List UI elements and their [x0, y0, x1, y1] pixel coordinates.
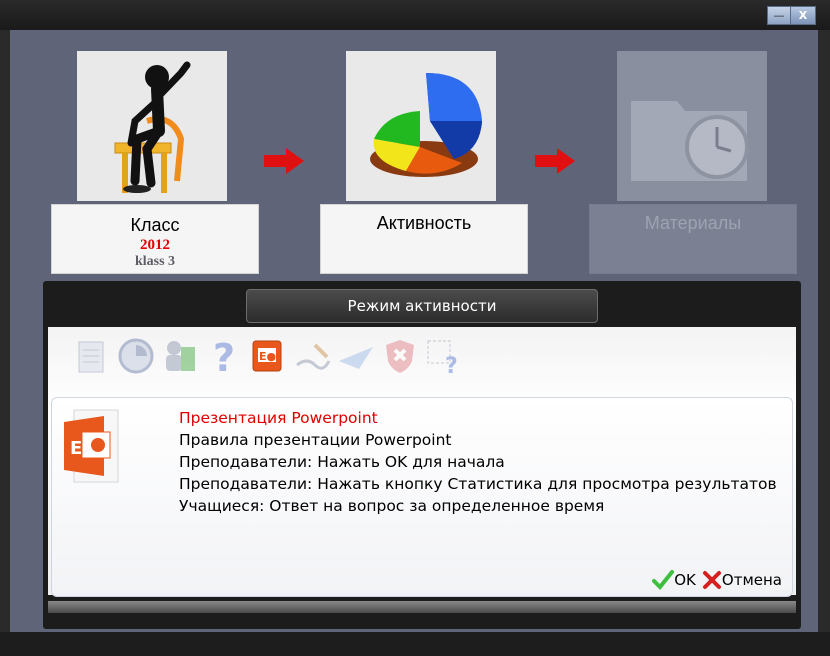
cancel-button[interactable]: Отмена: [702, 570, 782, 590]
paper-plane-icon[interactable]: [336, 336, 376, 376]
svg-text:?: ?: [213, 337, 235, 375]
dialog-bottom-bar: [48, 601, 796, 613]
activity-toolbar: ? E● ?: [72, 333, 468, 379]
step-activity-image[interactable]: [346, 51, 496, 201]
info-line: Преподаватели: Нажать кнопку Статистика …: [179, 475, 777, 493]
folder-clock-icon: [631, 101, 749, 181]
powerpoint-large-icon: E: [64, 409, 119, 483]
svg-text:?: ?: [445, 354, 458, 375]
cancel-label: Отмена: [721, 571, 782, 589]
info-line: Правила презентации Powerpoint: [179, 431, 452, 449]
step-materials-title: Материалы: [644, 213, 742, 233]
activity-title: Презентация Powerpoint: [179, 409, 378, 427]
clock-chart-icon[interactable]: [116, 336, 156, 376]
step-class-subtitle: klass 3: [134, 254, 176, 269]
step-materials-image: [617, 51, 767, 201]
question-icon[interactable]: ?: [204, 336, 244, 376]
activity-info-panel: E Презентация Powerpoint Правила презент…: [51, 397, 793, 597]
info-line: Преподаватели: Нажать OK для начала: [179, 453, 505, 471]
arrow-right-icon: [264, 148, 304, 174]
arrow-right-icon: [535, 148, 575, 174]
info-line: Учащиеся: Ответ на вопрос за определенно…: [179, 497, 605, 515]
status-bar: [0, 632, 830, 656]
shield-error-icon[interactable]: [380, 336, 420, 376]
sitting-figure-icon: [114, 61, 191, 193]
step-class-year: 2012: [140, 237, 170, 253]
step-class-title: Класс: [130, 215, 180, 235]
app-window: — X Класс 2012 klass 3 Активность Матери…: [0, 0, 830, 656]
svg-text:E●: E●: [259, 350, 276, 363]
step-activity-title: Активность: [376, 213, 472, 233]
step-activity-label[interactable]: Активность: [320, 204, 528, 274]
signature-icon[interactable]: [292, 336, 332, 376]
ok-button[interactable]: OK: [652, 570, 696, 590]
minimize-button[interactable]: —: [767, 6, 791, 25]
dialog-actions: OK Отмена: [646, 570, 782, 590]
powerpoint-icon[interactable]: E●: [248, 336, 288, 376]
window-controls: — X: [767, 6, 816, 25]
pie-chart-icon: [370, 73, 482, 177]
close-button[interactable]: X: [791, 6, 816, 25]
checkmark-icon: [652, 570, 675, 590]
activity-description: Презентация Powerpoint Правила презентац…: [179, 407, 784, 517]
dialog-title: Режим активности: [246, 289, 598, 323]
question-form-icon[interactable]: ?: [424, 336, 464, 376]
step-class-image[interactable]: [77, 51, 227, 201]
ok-label: OK: [674, 571, 696, 589]
calendar-icon[interactable]: [72, 336, 112, 376]
teacher-book-icon[interactable]: [160, 336, 200, 376]
title-bar: — X: [0, 0, 830, 30]
cross-icon: [702, 571, 721, 589]
svg-text:E: E: [70, 438, 82, 459]
step-materials-label: Материалы: [589, 204, 797, 274]
step-class-label[interactable]: Класс 2012 klass 3: [51, 204, 259, 274]
